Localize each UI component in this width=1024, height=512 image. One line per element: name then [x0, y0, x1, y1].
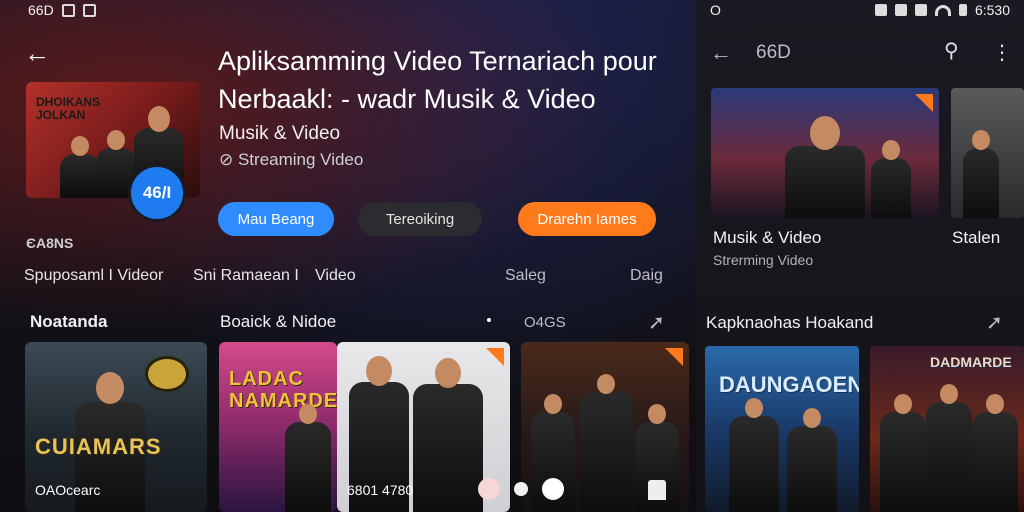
streaming-label: ⊘ Streaming Video	[219, 150, 363, 170]
pause-icon[interactable]	[542, 478, 564, 500]
tab-label-4[interactable]: Saleg	[505, 267, 546, 285]
category-heading-left: Noatanda	[30, 312, 108, 331]
arrow-right-icon[interactable]: ➚	[986, 310, 1003, 335]
card-figure	[413, 358, 483, 512]
tab-label-1[interactable]: Spuposaml I Videor	[24, 267, 163, 285]
status-bar-right: O 6:530	[710, 0, 1010, 20]
card-title: CUIAMARS	[35, 434, 162, 459]
right-section-heading: Kapknaohas Hoakand	[706, 313, 874, 332]
card-figure	[880, 394, 926, 512]
mute-icon	[894, 4, 907, 16]
accent-button[interactable]: Drarehn Iames	[518, 202, 656, 236]
video-card-1[interactable]: CUIAMARS OAOcearc	[25, 342, 207, 512]
card-figure	[579, 374, 633, 512]
status-bar-left: 66D	[28, 0, 96, 20]
streaming-text: Streaming Video	[237, 150, 364, 169]
back-button[interactable]: ←	[24, 38, 50, 69]
card-caption: 6801 4780	[347, 482, 414, 498]
cover-title: DHOIKANS JOLKAN	[36, 95, 101, 122]
corner-badge	[915, 94, 933, 112]
notification-icon	[61, 3, 75, 17]
featured-title: Musik & Video	[713, 228, 822, 247]
featured-card-2[interactable]	[951, 88, 1024, 218]
card-title: DAUNGAOEN	[719, 372, 859, 397]
emblem-icon	[145, 356, 189, 392]
video-card-5[interactable]: DAUNGAOEN	[705, 346, 859, 512]
corner-badge	[486, 348, 504, 366]
card-figure	[785, 116, 865, 218]
status-icon-left: O	[710, 2, 721, 18]
right-title: 66D	[756, 42, 791, 63]
corner-badge	[665, 348, 683, 366]
search-icon[interactable]: ⚲	[944, 38, 959, 63]
featured-subtitle: Strerming Video	[713, 252, 814, 268]
arrow-right-icon[interactable]: ➚	[648, 310, 665, 335]
category-label: Musik & Video	[219, 123, 341, 144]
separator-dot	[487, 318, 491, 322]
more-menu-icon[interactable]: ⋮	[992, 40, 1012, 65]
stop-icon[interactable]	[514, 482, 528, 496]
alarm-icon	[874, 4, 887, 16]
category-heading-mid: Boaick & Nidoe	[220, 312, 337, 331]
card-figure	[963, 130, 999, 218]
avatar-badge[interactable]: 46/I	[128, 164, 186, 222]
record-icon[interactable]	[478, 478, 500, 500]
status-text: 66D	[28, 2, 54, 18]
category-extra: O4GS	[524, 314, 566, 331]
player-controls	[478, 478, 564, 500]
page-title: Apliksamming Video Ternariach pour Nerba…	[218, 42, 678, 118]
title-line-2: Nerbaakl: - wadr Musik & Video	[218, 84, 596, 114]
title-line-1: Apliksamming Video Ternariach pour	[218, 46, 657, 76]
tab-label-2[interactable]: Sni Ramaean I	[193, 267, 299, 285]
app-icon	[82, 3, 96, 17]
clock: 6:530	[974, 2, 1010, 18]
vibrate-icon	[914, 4, 927, 16]
tab-label-5[interactable]: Daig	[630, 267, 663, 285]
featured-card-1[interactable]	[711, 88, 939, 218]
secondary-button[interactable]: Tereoiking	[358, 202, 482, 236]
card-figure	[285, 404, 331, 512]
card-figure	[787, 408, 837, 512]
cover-figure	[60, 136, 100, 198]
card-figure	[729, 398, 779, 512]
card-title: LADAC NAMARDE	[229, 368, 337, 412]
card-caption: OAOcearc	[35, 482, 101, 498]
featured-title-2: Stalen	[952, 228, 1001, 247]
card-figure	[926, 384, 972, 512]
right-toolbar: ← 66D	[710, 40, 1010, 66]
app-screen: 66D ← DHOIKANS JOLKAN 46/I Apliksamming …	[0, 0, 1024, 512]
card-figure	[972, 394, 1018, 512]
card-figure	[871, 140, 911, 218]
video-card-6[interactable]: DADMARDE	[870, 346, 1024, 512]
video-card-2[interactable]: LADAC NAMARDE	[219, 342, 337, 512]
back-icon[interactable]: ←	[710, 40, 732, 66]
card-title: DADMARDE	[930, 354, 1012, 370]
wifi-icon	[934, 4, 951, 16]
battery-icon	[958, 4, 967, 16]
bookmark-icon[interactable]	[648, 480, 666, 500]
tab-label-3[interactable]: Video	[315, 267, 356, 285]
section-label: ЄA8NS	[26, 235, 74, 251]
status-icons: 6:530	[874, 2, 1010, 18]
primary-button[interactable]: Mau Beang	[218, 202, 334, 236]
stream-icon: ⊘	[219, 150, 238, 169]
